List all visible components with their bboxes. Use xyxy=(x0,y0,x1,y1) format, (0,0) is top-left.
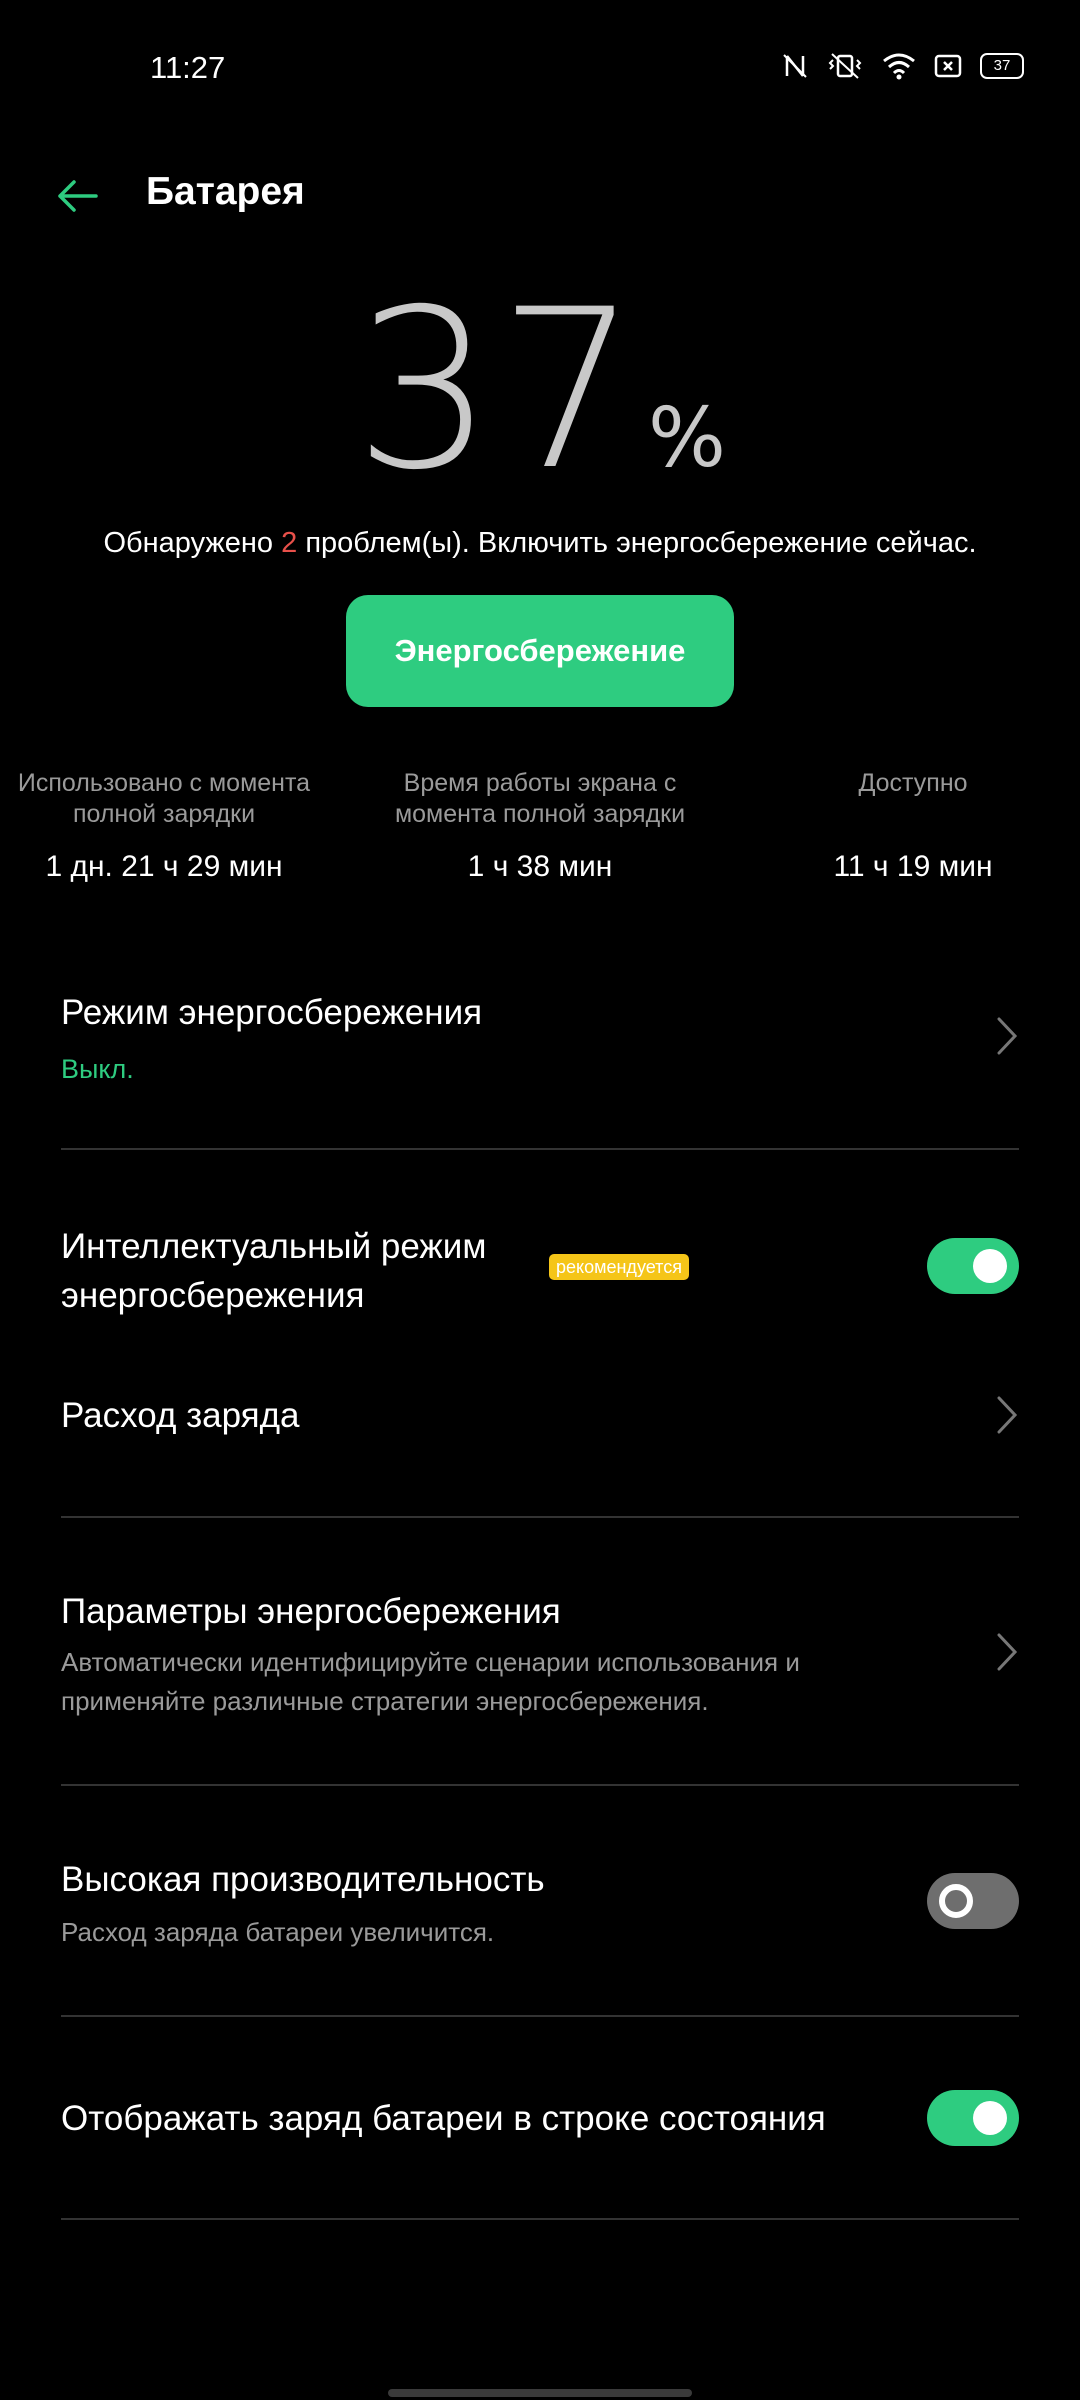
problem-message: Обнаружено 2 проблем(ы). Включить энерго… xyxy=(0,527,1080,560)
power-saving-mode-status: Выкл. xyxy=(61,1054,134,1084)
stat-label: Использовано с момента полной зарядки xyxy=(17,769,311,828)
battery-percent-value: 37 xyxy=(354,262,643,518)
stat-used-since-charge: Использовано с момента полной зарядки 1 … xyxy=(0,768,344,884)
divider xyxy=(61,1148,1019,1150)
toggle-knob xyxy=(973,1249,1007,1283)
toggle-knob xyxy=(939,1884,973,1918)
toggle-knob xyxy=(973,2101,1007,2135)
power-saving-params-subtitle: Автоматически идентифицируйте сценарии и… xyxy=(61,1643,800,1721)
chevron-right-icon[interactable] xyxy=(996,1395,1018,1435)
power-saving-button[interactable]: Энергосбережение xyxy=(346,595,734,707)
chevron-right-icon[interactable] xyxy=(996,1016,1018,1056)
page-title: Батарея xyxy=(146,170,305,213)
smart-power-saving-title-line2: энергосбережения xyxy=(61,1276,365,1315)
power-saving-mode-title[interactable]: Режим энергосбережения xyxy=(61,993,482,1033)
high-performance-subtitle: Расход заряда батареи увеличится. xyxy=(61,1917,495,1947)
status-icons: 37 xyxy=(782,52,1024,80)
vibrate-icon xyxy=(826,52,864,80)
sim-off-icon xyxy=(934,53,962,79)
stat-screen-time: Время работы экрана с момента полной зар… xyxy=(360,768,720,884)
chevron-right-icon[interactable] xyxy=(996,1632,1018,1672)
stat-value: 1 ч 38 мин xyxy=(467,850,613,883)
wifi-icon xyxy=(882,52,916,80)
show-battery-status-bar-toggle[interactable] xyxy=(927,2090,1019,2146)
problem-prefix: Обнаружено xyxy=(103,527,282,559)
stat-label: Время работы экрана с момента полной зар… xyxy=(394,769,686,828)
subtitle-line2: применяйте различные стратегии энергосбе… xyxy=(61,1686,709,1716)
stat-available: Доступно 11 ч 19 мин xyxy=(733,768,1080,884)
subtitle-line1: Автоматически идентифицируйте сценарии и… xyxy=(61,1647,800,1677)
stat-value: 1 дн. 21 ч 29 мин xyxy=(45,850,283,883)
problem-count: 2 xyxy=(281,527,298,559)
show-battery-status-bar-title[interactable]: Отображать заряд батареи в строке состоя… xyxy=(61,2099,826,2139)
smart-power-saving-title[interactable]: Интеллектуальный режим энергосбережения xyxy=(61,1222,486,1320)
high-performance-title[interactable]: Высокая производительность xyxy=(61,1860,545,1900)
power-saving-params-title[interactable]: Параметры энергосбережения xyxy=(61,1592,561,1632)
divider xyxy=(61,1784,1019,1786)
recommended-badge: рекомендуется xyxy=(549,1254,689,1280)
high-performance-toggle[interactable] xyxy=(927,1873,1019,1929)
status-time: 11:27 xyxy=(150,50,226,85)
divider xyxy=(61,2218,1019,2220)
stat-value: 11 ч 19 мин xyxy=(833,850,993,883)
back-arrow-icon[interactable] xyxy=(54,172,102,220)
battery-usage-title[interactable]: Расход заряда xyxy=(61,1396,300,1436)
smart-power-saving-title-line1: Интеллектуальный режим xyxy=(61,1227,487,1266)
home-indicator[interactable] xyxy=(388,2389,692,2397)
percent-sign: % xyxy=(648,391,726,486)
nfc-icon xyxy=(782,53,808,79)
battery-status-icon: 37 xyxy=(980,53,1024,79)
stat-label: Доступно xyxy=(858,769,968,797)
divider xyxy=(61,2015,1019,2017)
divider xyxy=(61,1516,1019,1518)
smart-power-saving-toggle[interactable] xyxy=(927,1238,1019,1294)
battery-percentage: 37% xyxy=(0,280,1080,500)
problem-suffix: проблем(ы). Включить энергосбережение се… xyxy=(297,527,977,559)
